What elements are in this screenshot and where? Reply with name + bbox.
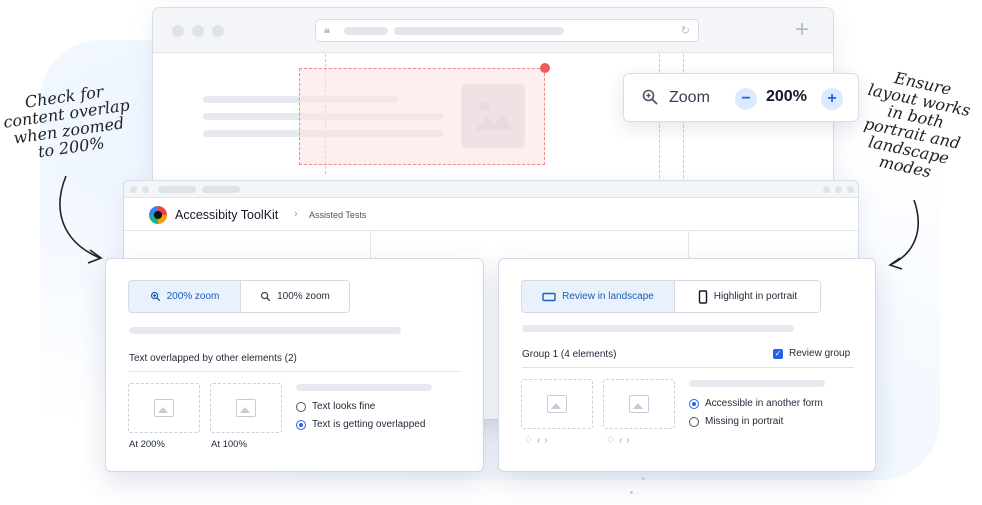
overlap-highlight	[299, 68, 545, 165]
divider	[129, 371, 461, 372]
tab-200-zoom-label: 200% zoom	[166, 291, 220, 302]
portrait-icon	[698, 289, 707, 304]
annotation-left-arrow	[59, 175, 103, 264]
image-icon	[629, 395, 649, 413]
new-tab-icon[interactable]: +	[795, 16, 809, 44]
thumbnail-caption: At 200%	[129, 439, 165, 450]
group-heading: Group 1 (4 elements)	[522, 349, 617, 360]
screenshot-thumbnail[interactable]	[210, 383, 282, 433]
window-dot	[172, 25, 184, 37]
zoom-value: 200%	[766, 88, 807, 105]
radio-button[interactable]	[296, 419, 306, 430]
lightbulb-icon[interactable]: ♢	[606, 435, 619, 446]
window-dot	[835, 186, 842, 193]
zoom-icon	[641, 88, 659, 111]
zoom-in-button[interactable]: +	[821, 88, 843, 110]
radio-button[interactable]	[296, 401, 306, 412]
orientation-tabs: Review in landscape Highlight in portrai…	[521, 280, 821, 313]
breadcrumb[interactable]: Assisted Tests	[309, 210, 366, 220]
tab-review-landscape-label: Review in landscape	[562, 291, 654, 302]
lock-icon: 🔒︎	[324, 24, 330, 36]
address-placeholder	[344, 27, 388, 35]
orientation-test-card: Review in landscape Highlight in portrai…	[498, 258, 876, 472]
reload-icon[interactable]: ↻	[681, 24, 690, 37]
annotation-left-text: Check for content overlap when zoomed to…	[2, 81, 131, 162]
zoom-label: Zoom	[669, 89, 710, 106]
radio-missing-portrait[interactable]: Missing in portrait	[689, 416, 783, 427]
window-dot	[142, 186, 149, 193]
address-bar[interactable]: 🔒︎ ↻	[315, 19, 699, 42]
zoom-test-card: 200% zoom 100% zoom Text overlapped by o…	[105, 258, 484, 472]
radio-label: Missing in portrait	[705, 416, 784, 427]
chevron-right-icon: ›	[294, 208, 298, 220]
app-window-titlebar	[124, 181, 858, 198]
window-dot	[847, 186, 854, 193]
element-thumbnail[interactable]	[603, 379, 675, 429]
review-group-checkbox[interactable]: ✓ Review group	[773, 348, 850, 359]
image-icon	[547, 395, 567, 413]
zoom-control: Zoom − 200% +	[623, 73, 859, 122]
radio-label: Text is getting overlapped	[312, 419, 426, 430]
annotation-right-text: Ensure layout works in both portrait and…	[862, 68, 973, 182]
overlap-heading: Text overlapped by other elements (2)	[129, 353, 297, 364]
annotation-right-arrow	[888, 199, 919, 270]
window-dot	[823, 186, 830, 193]
check-icon[interactable]: ✓	[773, 348, 783, 359]
window-dot	[130, 186, 137, 193]
image-icon	[154, 399, 174, 417]
decorative-dot	[630, 491, 633, 494]
tab-review-landscape[interactable]: Review in landscape	[522, 281, 674, 312]
app-header: Accessibity ToolKit › Assisted Tests	[124, 198, 858, 231]
text-placeholder	[296, 384, 432, 391]
checkbox-label: Review group	[789, 348, 851, 359]
image-icon	[236, 399, 256, 417]
radio-text-looks-fine[interactable]: Text looks fine	[296, 401, 375, 412]
decorative-dot	[642, 477, 645, 480]
element-actions: ♢‹›	[606, 435, 634, 446]
tab-placeholder	[202, 186, 240, 193]
tab-100-zoom[interactable]: 100% zoom	[239, 281, 349, 312]
text-placeholder	[689, 380, 825, 387]
zoom-in-icon	[150, 291, 160, 302]
address-placeholder	[394, 27, 564, 35]
tab-placeholder	[158, 186, 196, 193]
annotation-right: Ensure layout works in both portrait and…	[853, 64, 976, 185]
window-dot	[192, 25, 204, 37]
landscape-icon	[542, 292, 556, 301]
tab-100-zoom-label: 100% zoom	[277, 291, 330, 302]
zoom-out-button[interactable]: −	[735, 88, 757, 110]
code-icon[interactable]: ‹›	[619, 435, 634, 446]
element-actions: ♢‹›	[524, 435, 552, 446]
radio-button[interactable]	[689, 416, 699, 427]
tab-highlight-portrait-label: Highlight in portrait	[713, 291, 798, 302]
zoom-tabs: 200% zoom 100% zoom	[128, 280, 350, 313]
code-icon[interactable]: ‹›	[537, 435, 552, 446]
text-placeholder	[129, 327, 401, 334]
tab-200-zoom[interactable]: 200% zoom	[129, 281, 240, 312]
zoom-out-icon	[260, 291, 271, 302]
lightbulb-icon[interactable]: ♢	[524, 435, 537, 446]
thumbnail-caption: At 100%	[211, 439, 247, 450]
screenshot-thumbnail[interactable]	[128, 383, 200, 433]
app-logo	[149, 206, 167, 224]
app-title: Accessibity ToolKit	[175, 208, 279, 222]
text-placeholder	[522, 325, 794, 332]
radio-label: Text looks fine	[312, 401, 376, 412]
radio-accessible-another-form[interactable]: Accessible in another form	[689, 398, 823, 409]
radio-label: Accessible in another form	[705, 398, 823, 409]
radio-button[interactable]	[689, 398, 699, 409]
window-dot	[212, 25, 224, 37]
tab-highlight-portrait[interactable]: Highlight in portrait	[673, 281, 820, 312]
radio-text-overlapped[interactable]: Text is getting overlapped	[296, 419, 425, 430]
element-thumbnail[interactable]	[521, 379, 593, 429]
overlap-marker	[540, 63, 550, 73]
divider	[522, 367, 854, 368]
browser-toolbar: 🔒︎ ↻ +	[153, 8, 833, 53]
